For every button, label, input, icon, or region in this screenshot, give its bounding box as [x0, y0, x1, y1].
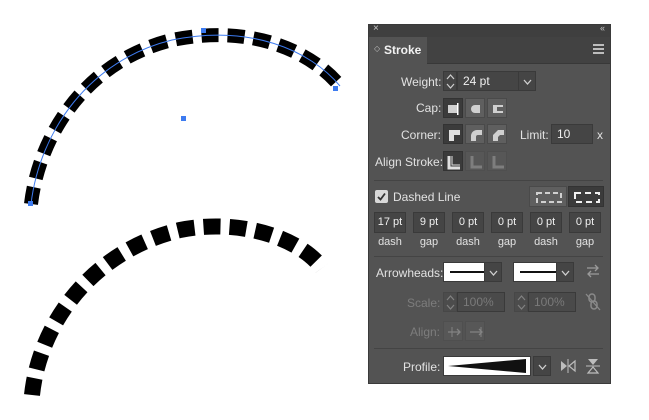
scale-end-input[interactable]: 100% — [528, 292, 576, 312]
close-icon[interactable]: × — [373, 23, 379, 34]
section-divider — [374, 348, 603, 349]
align-dash-corners-button[interactable] — [568, 186, 604, 207]
arrowheads-label: Arrowheads: — [376, 266, 444, 280]
arrow-at-end-button[interactable] — [465, 321, 485, 341]
scale-start-input[interactable]: 100% — [457, 292, 505, 312]
scale-label: Scale: — [407, 296, 441, 310]
dash-2-input[interactable]: 0 pt — [452, 212, 484, 233]
limit-suffix: x — [597, 128, 603, 142]
panel-titlebar: × ‹‹ — [369, 23, 610, 37]
panel-menu-icon[interactable] — [593, 44, 604, 56]
round-cap-icon — [471, 105, 480, 113]
butt-cap-icon — [448, 103, 459, 115]
cap-label: Cap: — [416, 101, 442, 115]
gap-1-input[interactable]: 9 pt — [413, 212, 445, 233]
align-stroke-inside-icon — [470, 156, 482, 169]
bevel-join-button[interactable] — [487, 124, 507, 144]
weight-stepper[interactable] — [443, 71, 457, 91]
gap-3-input[interactable]: 0 pt — [569, 212, 601, 233]
arrow-beyond-path-button[interactable] — [443, 321, 463, 341]
align-dash-corners-icon — [574, 192, 600, 203]
limit-label: Limit: — [520, 128, 549, 142]
dashed-line-checkbox[interactable] — [375, 190, 388, 203]
round-join-button[interactable] — [465, 124, 485, 144]
dash-1-label: dash — [378, 236, 402, 248]
dash-3-input[interactable]: 0 pt — [530, 212, 562, 233]
round-cap-button[interactable] — [465, 98, 485, 118]
width-profile-preview — [448, 359, 526, 373]
butt-cap-button[interactable] — [443, 98, 463, 118]
profile-select[interactable] — [443, 356, 531, 376]
align-label: Align: — [410, 325, 441, 339]
profile-label: Profile: — [403, 360, 441, 374]
projecting-cap-icon — [493, 105, 503, 113]
dashed-arc-with-profile[interactable] — [24, 218, 329, 396]
dashed-line-label: Dashed Line — [393, 190, 461, 204]
checkmark-icon — [377, 192, 386, 201]
center-point[interactable] — [181, 116, 186, 121]
panel-tabbar: ◇ Stroke — [369, 37, 610, 64]
profile-dropdown[interactable] — [533, 356, 551, 376]
anchor-point-start[interactable] — [28, 201, 33, 206]
anchor-point-end[interactable] — [333, 86, 338, 91]
preserve-dash-icon — [536, 192, 562, 203]
gap-2-label: gap — [497, 236, 517, 248]
weight-dropdown[interactable] — [518, 71, 536, 91]
tab-options-icon[interactable]: ◇ — [374, 44, 380, 53]
miter-join-icon — [449, 130, 460, 141]
flip-across-icon[interactable] — [585, 358, 601, 374]
section-divider — [374, 180, 603, 181]
align-inside-button[interactable] — [465, 151, 485, 171]
gap-1-label: gap — [419, 236, 439, 248]
tab-stroke[interactable]: ◇ Stroke — [369, 37, 427, 64]
align-stroke-label: Align Stroke: — [375, 155, 444, 169]
anchor-point-top[interactable] — [201, 28, 206, 33]
round-join-icon — [471, 130, 482, 141]
section-divider — [374, 256, 603, 257]
start-arrowhead-dropdown[interactable] — [484, 262, 502, 282]
scale-start-stepper[interactable] — [443, 292, 457, 312]
align-stroke-center-icon — [447, 156, 460, 170]
align-stroke-outside-icon — [492, 156, 504, 169]
artboard-canvas — [24, 28, 346, 396]
miter-join-button[interactable] — [443, 124, 463, 144]
gap-2-input[interactable]: 0 pt — [491, 212, 523, 233]
weight-input[interactable]: 24 pt — [457, 71, 519, 91]
dash-2-label: dash — [456, 236, 480, 248]
preserve-dash-button[interactable] — [529, 186, 567, 207]
weight-label: Weight: — [401, 75, 442, 89]
corner-label: Corner: — [401, 128, 442, 142]
flip-along-icon[interactable] — [560, 358, 576, 374]
link-scale-icon[interactable] — [585, 293, 601, 311]
align-center-button[interactable] — [443, 151, 463, 171]
arrow-beyond-icon — [448, 327, 461, 337]
limit-input[interactable]: 10 — [551, 124, 593, 144]
swap-arrowheads-icon[interactable] — [585, 263, 601, 279]
dash-1-input[interactable]: 17 pt — [374, 212, 406, 233]
scale-end-stepper[interactable] — [514, 292, 528, 312]
align-outside-button[interactable] — [487, 151, 507, 171]
end-arrowhead-dropdown[interactable] — [556, 262, 574, 282]
tab-stroke-label: Stroke — [384, 43, 422, 57]
arrow-at-end-icon — [470, 327, 483, 337]
dash-3-label: dash — [534, 236, 558, 248]
gap-3-label: gap — [575, 236, 595, 248]
bevel-join-icon — [493, 130, 504, 141]
projecting-cap-button[interactable] — [487, 98, 507, 118]
collapse-icon[interactable]: ‹‹ — [600, 23, 605, 33]
selected-dashed-arc[interactable] — [24, 28, 346, 206]
